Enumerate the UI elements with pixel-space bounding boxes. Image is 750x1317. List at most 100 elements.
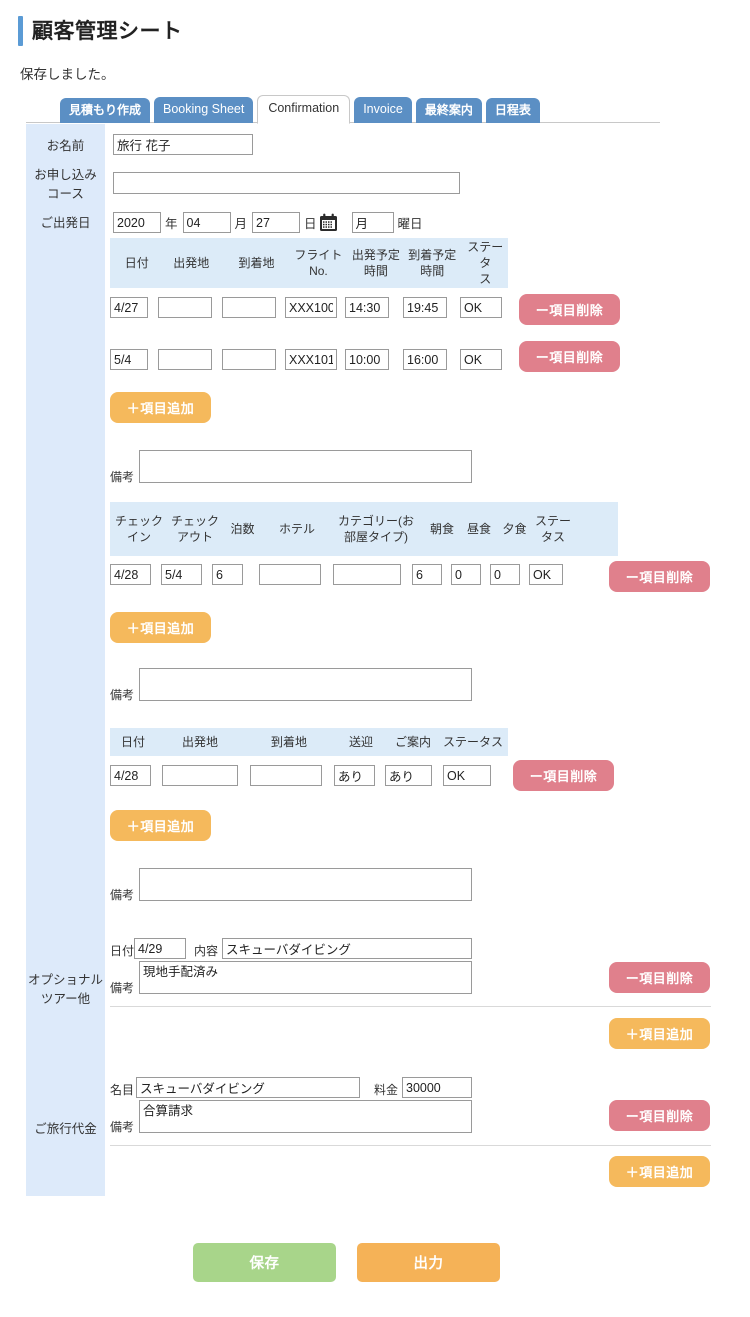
- transfer-from-input[interactable]: [162, 765, 238, 786]
- flight-remark-textarea[interactable]: [139, 450, 472, 483]
- flight-from-input[interactable]: [158, 297, 212, 318]
- flight-table-row: [110, 297, 502, 318]
- name-input[interactable]: [113, 134, 253, 155]
- fee-price-label: 料金: [374, 1083, 399, 1097]
- customer-management-sheet-page: 顧客管理シート 保存しました。 見積もり作成 Booking Sheet Con…: [0, 0, 750, 1317]
- optional-date-input[interactable]: [134, 938, 186, 959]
- flight-th-date: 日付: [124, 255, 149, 270]
- save-button[interactable]: 保存: [193, 1243, 336, 1282]
- hotel-th-checkout: チェック アウト: [170, 513, 219, 544]
- hotel-remark-label: 備考: [110, 688, 135, 702]
- hotel-delete-button[interactable]: ー項目削除: [609, 561, 710, 592]
- calendar-icon[interactable]: [319, 213, 338, 232]
- transfer-table-header: 日付 出発地 到着地 送迎 ご案内 ステータス: [110, 728, 508, 756]
- month-input[interactable]: [182, 212, 231, 233]
- title-accent-bar: [18, 16, 23, 46]
- tab-final-info[interactable]: 最終案内: [415, 97, 482, 123]
- day-input[interactable]: [252, 212, 301, 233]
- transfer-table-row: [110, 765, 491, 786]
- tab-booking-sheet[interactable]: Booking Sheet: [154, 97, 254, 123]
- course-input[interactable]: [113, 172, 460, 194]
- label-name: お名前: [46, 139, 85, 153]
- transfer-guide-input[interactable]: [385, 765, 432, 786]
- flight-to-input[interactable]: [222, 349, 276, 370]
- hotel-th-checkin: チェック イン: [114, 513, 163, 544]
- flight-th-flight-no: フライト No.: [294, 247, 343, 278]
- hotel-breakfast-input[interactable]: [412, 564, 442, 585]
- page-title: 顧客管理シート: [32, 19, 183, 43]
- transfer-remark-textarea[interactable]: [139, 868, 472, 901]
- flight-delete-button[interactable]: ー項目削除: [519, 294, 620, 325]
- flight-status-input[interactable]: [460, 349, 502, 370]
- label-course: お申し込み コース: [26, 166, 105, 205]
- hotel-nights-input[interactable]: [212, 564, 243, 585]
- tab-schedule[interactable]: 日程表: [485, 97, 540, 123]
- hotel-table-row: [110, 564, 563, 585]
- optional-date-label: 日付: [110, 944, 135, 958]
- flight-th-to: 到着地: [238, 255, 275, 270]
- fee-price-input[interactable]: [402, 1077, 472, 1098]
- hotel-remark-textarea[interactable]: [139, 668, 472, 701]
- optional-remark-label: 備考: [110, 981, 135, 995]
- fee-item-input[interactable]: [136, 1077, 360, 1098]
- flight-arr-time-input[interactable]: [403, 349, 447, 370]
- fee-delete-button[interactable]: ー項目削除: [609, 1100, 710, 1131]
- tab-confirmation[interactable]: Confirmation: [257, 95, 351, 124]
- transfer-transfer-input[interactable]: [334, 765, 375, 786]
- flight-th-status: ステータ ス: [467, 239, 504, 287]
- optional-remark-textarea[interactable]: 現地手配済み: [139, 961, 472, 994]
- year-unit-label: 年: [165, 217, 178, 231]
- departure-date-row: 年 月 日 曜日: [113, 212, 428, 233]
- transfer-date-input[interactable]: [110, 765, 151, 786]
- output-button[interactable]: 出力: [357, 1243, 500, 1282]
- transfer-status-input[interactable]: [443, 765, 491, 786]
- weekday-input[interactable]: [351, 212, 394, 233]
- optional-content-input[interactable]: [222, 938, 472, 959]
- transfer-th-to: 到着地: [270, 734, 307, 749]
- fee-remark-textarea[interactable]: 合算請求: [139, 1100, 472, 1133]
- flight-no-input[interactable]: [285, 297, 337, 318]
- flight-dep-time-input[interactable]: [345, 349, 389, 370]
- hotel-add-button[interactable]: ＋項目追加: [110, 612, 211, 643]
- hotel-th-dinner: 夕食: [502, 521, 527, 536]
- year-input[interactable]: [113, 212, 161, 233]
- flight-to-input[interactable]: [222, 297, 276, 318]
- flight-no-input[interactable]: [285, 349, 337, 370]
- flight-th-dep-time: 出発予定 時間: [351, 247, 400, 278]
- transfer-delete-button[interactable]: ー項目削除: [513, 760, 614, 791]
- hotel-status-input[interactable]: [529, 564, 563, 585]
- hotel-th-category: カテゴリー(お 部屋タイプ): [338, 513, 414, 544]
- flight-from-input[interactable]: [158, 349, 212, 370]
- hotel-category-input[interactable]: [333, 564, 401, 585]
- hotel-lunch-input[interactable]: [451, 564, 481, 585]
- optional-add-button[interactable]: ＋項目追加: [609, 1018, 710, 1049]
- label-optional-tour-line2: ツアー他: [40, 992, 91, 1007]
- hotel-th-status: ステー タス: [534, 513, 571, 544]
- fee-add-button[interactable]: ＋項目追加: [609, 1156, 710, 1187]
- hotel-th-breakfast: 朝食: [429, 521, 454, 536]
- hotel-dinner-input[interactable]: [490, 564, 520, 585]
- label-course-line2: コース: [47, 187, 84, 202]
- flight-status-input[interactable]: [460, 297, 502, 318]
- flight-date-input[interactable]: [110, 349, 148, 370]
- flash-message: 保存しました。: [20, 67, 115, 82]
- hotel-checkin-input[interactable]: [110, 564, 151, 585]
- label-course-line1: お申し込み: [34, 168, 97, 182]
- transfer-th-from: 出発地: [181, 734, 218, 749]
- flight-arr-time-input[interactable]: [403, 297, 447, 318]
- tab-invoice[interactable]: Invoice: [354, 97, 412, 123]
- transfer-remark-label: 備考: [110, 888, 135, 902]
- tab-estimate[interactable]: 見積もり作成: [60, 97, 151, 123]
- hotel-checkout-input[interactable]: [161, 564, 202, 585]
- flight-date-input[interactable]: [110, 297, 148, 318]
- hotel-name-input[interactable]: [259, 564, 321, 585]
- flight-dep-time-input[interactable]: [345, 297, 389, 318]
- flight-add-button[interactable]: ＋項目追加: [110, 392, 211, 423]
- transfer-add-button[interactable]: ＋項目追加: [110, 810, 211, 841]
- flight-table-header: 日付 出発地 到着地 フライト No. 出発予定 時間 到着予定 時間 ステータ…: [110, 238, 508, 288]
- optional-delete-button[interactable]: ー項目削除: [609, 962, 710, 993]
- flight-remark-label: 備考: [110, 470, 135, 484]
- flight-delete-button[interactable]: ー項目削除: [519, 341, 620, 372]
- transfer-th-transfer: 送迎: [348, 734, 373, 749]
- transfer-to-input[interactable]: [250, 765, 322, 786]
